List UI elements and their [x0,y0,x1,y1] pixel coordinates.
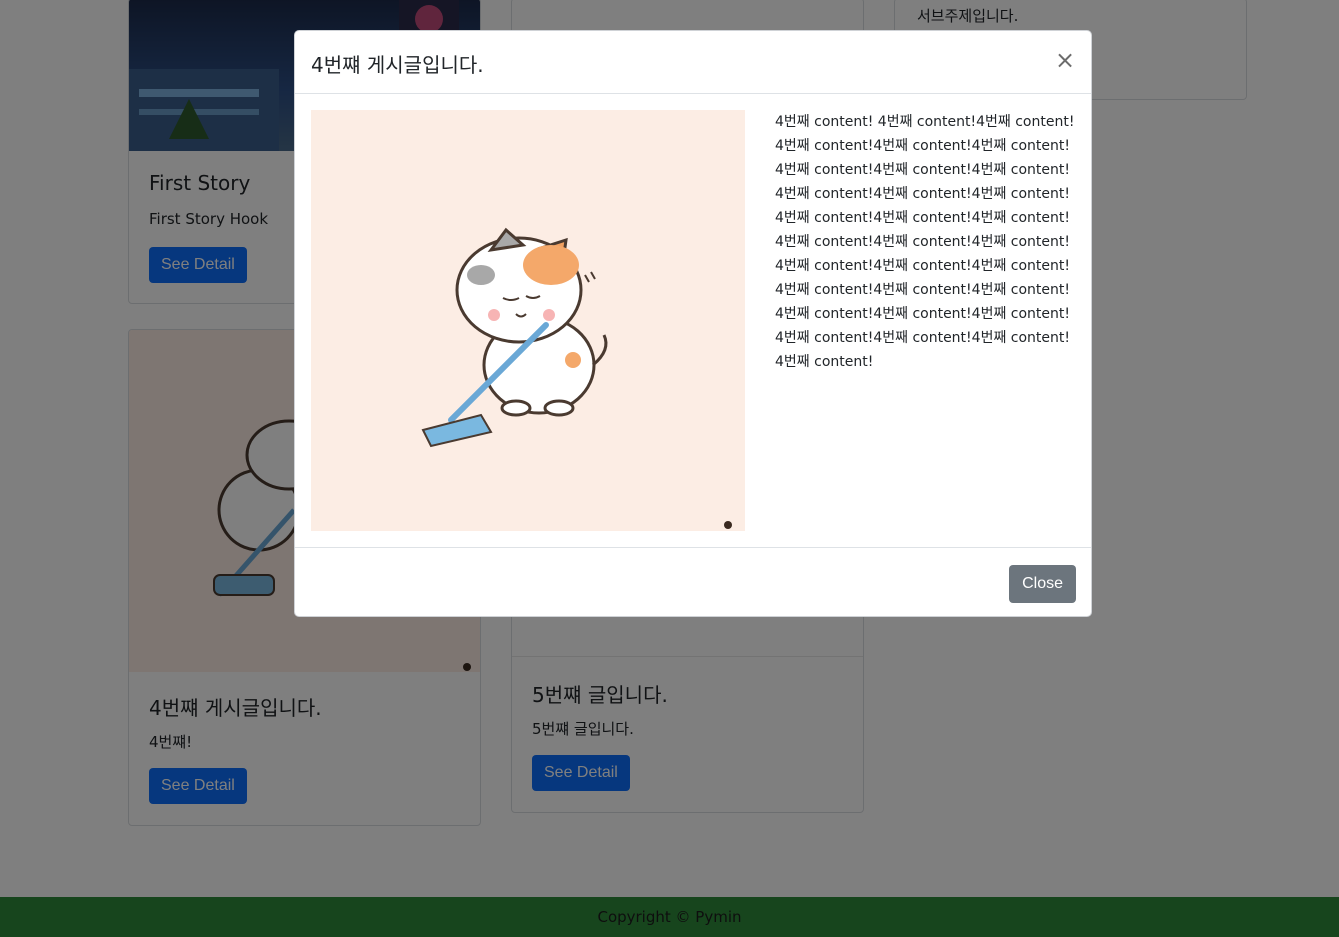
cat-mop-icon [421,227,732,529]
modal-content-text: 4번째 content! 4번째 content!4번째 content!4번째… [775,114,1075,370]
modal-header: 4번쨰 게시글입니다. × [295,31,1091,94]
post-detail-modal: 4번쨰 게시글입니다. × 4번째 content! 4번째 content!4… [294,30,1092,617]
modal-footer: Close [295,547,1091,616]
modal-title: 4번쨰 게시글입니다. [311,53,484,77]
close-icon[interactable]: × [1055,48,1075,72]
close-button[interactable]: Close [1009,565,1076,603]
modal-image [311,110,745,531]
